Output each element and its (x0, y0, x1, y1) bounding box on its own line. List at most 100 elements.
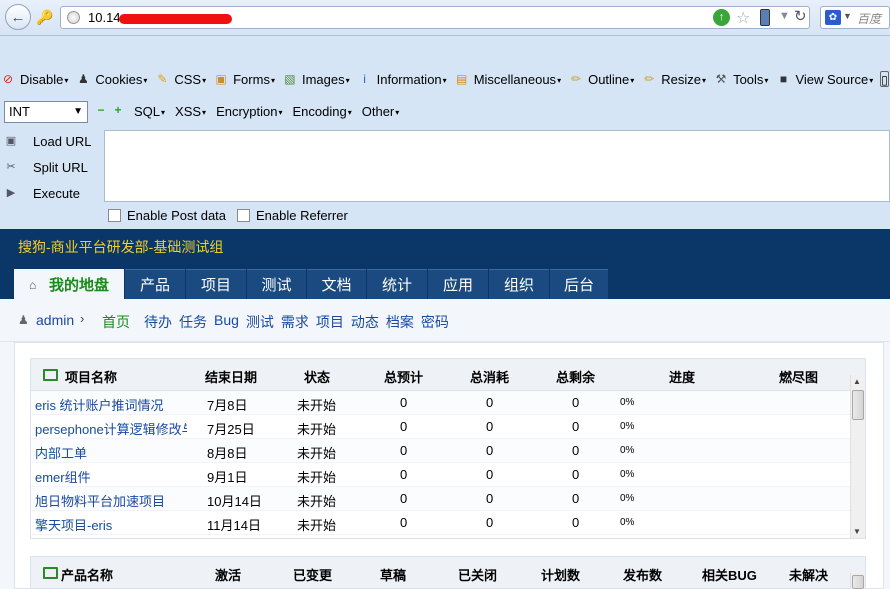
sub-nav-item-0[interactable]: 首页 (102, 312, 130, 332)
search-engine-dropdown-icon[interactable]: ▼ (843, 11, 852, 21)
table-cell: 0 (572, 515, 580, 530)
table-cell: 未开始 (297, 446, 337, 461)
tab-8[interactable]: 后台 (550, 269, 608, 299)
projects-scrollbar[interactable]: ▲ ▼ (850, 375, 865, 538)
menu-encoding[interactable]: Encoding ▾ (293, 104, 352, 119)
menu-resize[interactable]: ✏ Resize ▾ (641, 71, 706, 87)
sub-nav-item-2[interactable]: 任务 (179, 312, 207, 332)
enable-post-data-checkbox[interactable]: Enable Post data (108, 208, 226, 223)
menu-information[interactable]: i Information ▾ (357, 71, 446, 87)
reload-icon[interactable]: ↻ (794, 7, 807, 25)
menu-forms[interactable]: ▣ Forms ▾ (213, 71, 275, 87)
tab-label: 应用 (442, 277, 473, 294)
tab-2[interactable]: 项目 (186, 269, 246, 299)
sub-nav-item-8[interactable]: 档案 (386, 312, 414, 332)
tab-4[interactable]: 文档 (307, 269, 366, 299)
column-header: 相关BUG (702, 568, 757, 583)
chevron-down-icon: ▼ (73, 106, 83, 117)
chevron-down-icon: ▾ (630, 75, 635, 85)
mobile-device-icon[interactable] (760, 9, 770, 26)
tab-7[interactable]: 组织 (489, 269, 549, 299)
menu-cookies[interactable]: ♟ Cookies ▾ (75, 71, 147, 87)
increase-icon[interactable]: + (113, 104, 123, 116)
projects-table-header: 项目名称 结束日期 状态 总预计 总消耗 总剩余 进度 燃尽图 (31, 359, 865, 391)
menu-encryption[interactable]: Encryption ▾ (216, 104, 282, 119)
sub-nav-item-4[interactable]: 测试 (246, 312, 274, 332)
globe-icon (67, 11, 80, 24)
tab-label: 统计 (381, 277, 412, 294)
app-header: 搜狗-商业平台研发部-基础测试组 ⌂ 我的地盘 产品 项目 测试 文档 统计 应用 组织 后台 (0, 229, 890, 299)
menu-css[interactable]: ✎ CSS ▾ (154, 71, 206, 87)
menu-tools[interactable]: ⚒ Tools ▾ (713, 71, 769, 87)
bookmark-star-icon[interactable]: ☆ (736, 8, 750, 28)
resize-icon: ✏ (644, 72, 655, 86)
scrollbar-thumb[interactable] (852, 390, 864, 420)
url-dropdown-icon[interactable]: ▼ (779, 10, 790, 22)
sub-nav-item-9[interactable]: 密码 (421, 312, 449, 332)
search-input[interactable]: 百度 (857, 10, 881, 27)
chevron-down-icon: ▾ (869, 75, 874, 85)
products-scrollbar[interactable] (850, 573, 865, 589)
tab-label: 我的地盘 (48, 277, 109, 294)
scroll-up-icon[interactable]: ▲ (853, 377, 861, 386)
key-icon[interactable]: 🔑 (34, 7, 56, 27)
address-bar[interactable]: 10.14. ↑ ☆ ▼ ↻ (60, 6, 810, 29)
type-select[interactable]: INT ▼ (4, 101, 88, 123)
tab-5[interactable]: 统计 (367, 269, 427, 299)
projects-block: 项目名称 结束日期 状态 总预计 总消耗 总剩余 进度 燃尽图 eris 统计账户推词情况 7月… (30, 358, 866, 539)
menu-label: XSS (175, 104, 202, 119)
menu-view-source[interactable]: ■ View Source ▾ (775, 71, 873, 87)
menu-label: Resize (661, 71, 702, 87)
execute-button[interactable]: ▶ Execute (3, 182, 80, 204)
scroll-down-icon[interactable]: ▼ (853, 527, 861, 536)
back-icon[interactable]: ← (5, 4, 31, 30)
menu-outline[interactable]: ✏ Outline ▾ (568, 71, 634, 87)
decrease-icon[interactable]: − (96, 104, 106, 116)
menu-xss[interactable]: XSS ▾ (175, 104, 206, 119)
checkbox-box[interactable] (237, 209, 250, 222)
tab-label: 文档 (321, 277, 352, 294)
menu-label: Encryption (216, 104, 278, 119)
column-header: 进度 (669, 370, 696, 385)
search-box[interactable]: ✿ ▼ 百度 (820, 6, 890, 29)
sub-nav-item-3[interactable]: Bug (214, 312, 239, 332)
sub-nav-item-6[interactable]: 项目 (316, 312, 344, 332)
table-cell: 8月8日 (207, 446, 248, 461)
checkbox-box[interactable] (108, 209, 121, 222)
column-header: 总预计 (384, 370, 424, 385)
tab-6[interactable]: 应用 (428, 269, 488, 299)
project-link[interactable]: emer组件 (35, 467, 91, 486)
scrollbar-thumb[interactable] (852, 575, 864, 589)
sub-nav-item-1[interactable]: 待办 (144, 312, 172, 332)
enable-referrer-checkbox[interactable]: Enable Referrer (237, 208, 348, 223)
baidu-paw-icon[interactable]: ✿ (825, 10, 841, 25)
chevron-down-icon: ▾ (764, 75, 769, 85)
project-link[interactable]: eris 统计账户推词情况 (35, 395, 164, 414)
go-icon[interactable]: ↑ (713, 9, 730, 26)
products-block: 产品名称 激活 已变更 草稿 已关闭 计划数 发布数 相关BUG 未解决 (30, 556, 866, 589)
project-link[interactable]: 旭日物料平台加速项目 (35, 491, 165, 510)
menu-other[interactable]: Other ▾ (362, 104, 400, 119)
sub-nav-item-7[interactable]: 动态 (351, 312, 379, 332)
overflow-icon[interactable]: ▯ (880, 71, 889, 87)
tab-1[interactable]: 产品 (125, 269, 185, 299)
sub-nav-item-5[interactable]: 需求 (281, 312, 309, 332)
split-url-button[interactable]: ✂ Split URL (3, 156, 88, 178)
project-link[interactable]: 擎天项目-eris (35, 515, 112, 534)
tab-0[interactable]: ⌂ 我的地盘 (14, 269, 124, 299)
user-menu[interactable]: ♟ admin (18, 312, 74, 328)
table-cell: 0 (572, 395, 580, 410)
table-cell: 未开始 (297, 470, 337, 485)
hackbar-actions: ▣ Load URL ✂ Split URL ▶ Execute (0, 130, 104, 212)
sub-nav: ♟ admin › 首页 待办 任务 Bug 测试 需求 项目 动态 档案 密码 (0, 299, 890, 342)
menu-miscellaneous[interactable]: ▤ Miscellaneous ▾ (454, 71, 561, 87)
menu-sql[interactable]: SQL ▾ (134, 104, 165, 119)
menu-label: Disable (20, 71, 64, 87)
menu-disable[interactable]: ⊘ Disable ▾ (0, 71, 68, 87)
load-url-button[interactable]: ▣ Load URL (3, 130, 92, 152)
project-link[interactable]: 内部工单 (35, 443, 87, 462)
url-textarea[interactable] (104, 130, 890, 202)
menu-images[interactable]: ▧ Images ▾ (282, 71, 349, 87)
project-link[interactable]: persephone计算逻辑修改与 (35, 419, 187, 438)
tab-3[interactable]: 测试 (247, 269, 306, 299)
